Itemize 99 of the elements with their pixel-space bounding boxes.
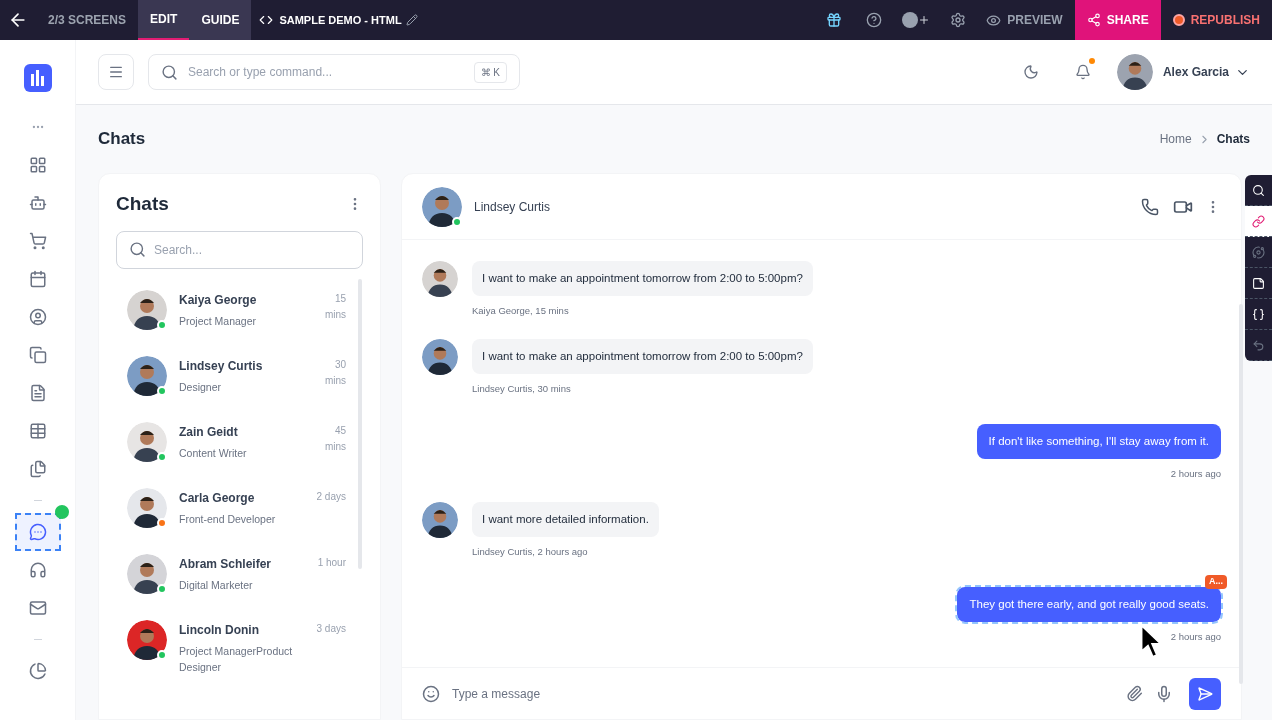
phone-icon[interactable] — [1141, 197, 1159, 216]
microphone-icon[interactable] — [1155, 684, 1173, 703]
table-icon — [28, 422, 47, 440]
mail-icon — [28, 599, 47, 617]
contact-name: Lindsey Curtis — [179, 357, 264, 375]
search-input[interactable]: Search... — [154, 240, 350, 259]
page-title: Chats — [98, 128, 146, 151]
contact-role: Project Manager — [179, 313, 258, 329]
screens-count: 2/3 SCREENS — [47, 12, 128, 29]
robot-icon — [28, 194, 47, 212]
message-bubble[interactable]: I want to make an appointment tomorrow from 2:00 to 5:00pm? — [472, 338, 813, 374]
link-badge — [54, 505, 69, 519]
chat-list-item[interactable]: Kaiya George Project Manager 15 mins — [99, 278, 350, 345]
files-icon — [28, 460, 47, 478]
contact-name: Zain Geidt — [179, 423, 239, 441]
chat-contact-name: Lindsey Curtis — [474, 198, 551, 216]
breadcrumb-item[interactable]: Home — [1159, 130, 1192, 148]
emoji-icon[interactable] — [422, 684, 440, 703]
contact-role: Project ManagerProduct Designer — [179, 643, 294, 675]
message-meta: Lindsey Curtis, 2 hours ago — [472, 544, 589, 559]
cart-icon — [28, 232, 47, 250]
user-circle-icon — [28, 308, 47, 326]
contact-time: 2 days — [315, 489, 346, 504]
avatar-icon — [902, 12, 919, 28]
send-button[interactable] — [1189, 677, 1221, 710]
menu-icon — [108, 64, 124, 80]
gift-icon — [826, 12, 843, 28]
contact-name: Kaiya George — [179, 291, 258, 309]
orbit-icon — [1252, 245, 1265, 259]
pencil-icon[interactable] — [405, 14, 418, 26]
contact-name: Carla George — [179, 489, 256, 507]
share-button[interactable]: SHARE — [1074, 0, 1161, 40]
message-meta: Kaiya George, 15 mins — [472, 304, 570, 319]
contact-role: Content Writer — [179, 445, 248, 461]
contact-name: Abram Schleifer — [179, 555, 273, 573]
message-bubble[interactable]: If don't like something, I'll stay away from it. — [976, 424, 1221, 460]
paperclip-icon[interactable] — [1126, 685, 1143, 702]
braces-icon — [1252, 307, 1265, 321]
moon-icon — [1022, 64, 1039, 80]
link-icon — [1252, 214, 1265, 228]
chat-list-item[interactable]: Lindsey Curtis Designer 30 mins — [99, 344, 350, 411]
grid-icon — [28, 156, 47, 174]
calendar-icon — [28, 270, 47, 288]
document-icon — [28, 384, 47, 402]
message-bubble[interactable]: I want more detailed information. — [472, 501, 659, 537]
copy-icon — [28, 346, 47, 364]
message-bubble[interactable]: I want to make an appointment tomorrow from 2:00 to 5:00pm? — [472, 261, 813, 297]
preview-button[interactable]: PREVIEW — [978, 0, 1071, 40]
contact-time: 30 mins — [323, 357, 346, 388]
message-meta: Lindsey Curtis, 30 mins — [472, 381, 572, 396]
message-field[interactable]: Type a message — [452, 684, 1126, 703]
search-field[interactable]: Search or type command... ⌘ K — [148, 54, 520, 90]
send-icon — [1197, 685, 1213, 702]
settings-icon — [950, 12, 967, 28]
user-menu[interactable]: Alex Garcia — [1162, 63, 1250, 81]
undo-icon — [1252, 338, 1265, 352]
bell-icon — [1074, 64, 1091, 80]
eye-icon — [986, 12, 1002, 28]
chat-bubble-icon — [28, 523, 47, 541]
contact-time: 3 days — [315, 621, 346, 636]
chat-list-item[interactable]: Lincoln Donin Project ManagerProduct Designer 3 days — [99, 608, 350, 682]
contact-time: 45 mins — [323, 423, 346, 454]
contact-role: Front-end Developer — [179, 511, 277, 527]
message-bubble[interactable]: They got there early, and got really good seats. — [957, 587, 1221, 623]
note-icon — [1252, 276, 1265, 290]
project-name: SAMPLE DEMO - HTML — [279, 12, 402, 28]
shortcut-key: ⌘ K — [473, 61, 507, 83]
search-icon — [129, 241, 146, 258]
chat-list-item[interactable]: Abram Schleifer Digital Marketer 1 hour — [99, 542, 350, 609]
chat-list-item[interactable]: Carla George Front-end Developer 2 days — [99, 476, 350, 543]
republish-button[interactable]: REPUBLISH — [1160, 0, 1272, 40]
search-icon — [161, 63, 178, 81]
contact-role: Digital Marketer — [179, 577, 254, 593]
search-input[interactable]: Search or type command... — [188, 63, 464, 81]
plus-icon — [918, 14, 931, 26]
contact-name: Lincoln Donin — [179, 621, 260, 639]
editor-tab[interactable]: EDIT — [138, 0, 190, 40]
message-time: 2 hours ago — [1170, 467, 1221, 482]
code-icon — [259, 13, 274, 27]
contact-time: 15 mins — [323, 291, 346, 322]
contact-role: Designer — [179, 379, 223, 395]
chat-list-item[interactable]: Zain Geidt Content Writer 45 mins — [99, 410, 350, 477]
message-time: 2 hours ago — [1170, 630, 1221, 645]
help-icon — [866, 12, 883, 28]
pie-chart-icon — [28, 662, 47, 680]
search-field[interactable]: Search... — [116, 230, 363, 269]
record-icon — [1172, 14, 1185, 26]
panel-title: Chats — [116, 192, 169, 216]
element-badge: A... — [1205, 575, 1227, 589]
editor-tab[interactable]: GUIDE — [189, 0, 252, 40]
sidebar-item[interactable] — [14, 513, 61, 551]
link-button[interactable] — [1245, 206, 1272, 237]
share-icon — [1086, 13, 1101, 27]
headset-icon — [28, 561, 47, 579]
breadcrumb-item: Chats — [1216, 131, 1250, 148]
contact-time: 1 hour — [316, 555, 346, 570]
search-icon — [1252, 183, 1265, 197]
logo-icon — [23, 64, 52, 92]
menu-button[interactable] — [98, 54, 134, 90]
